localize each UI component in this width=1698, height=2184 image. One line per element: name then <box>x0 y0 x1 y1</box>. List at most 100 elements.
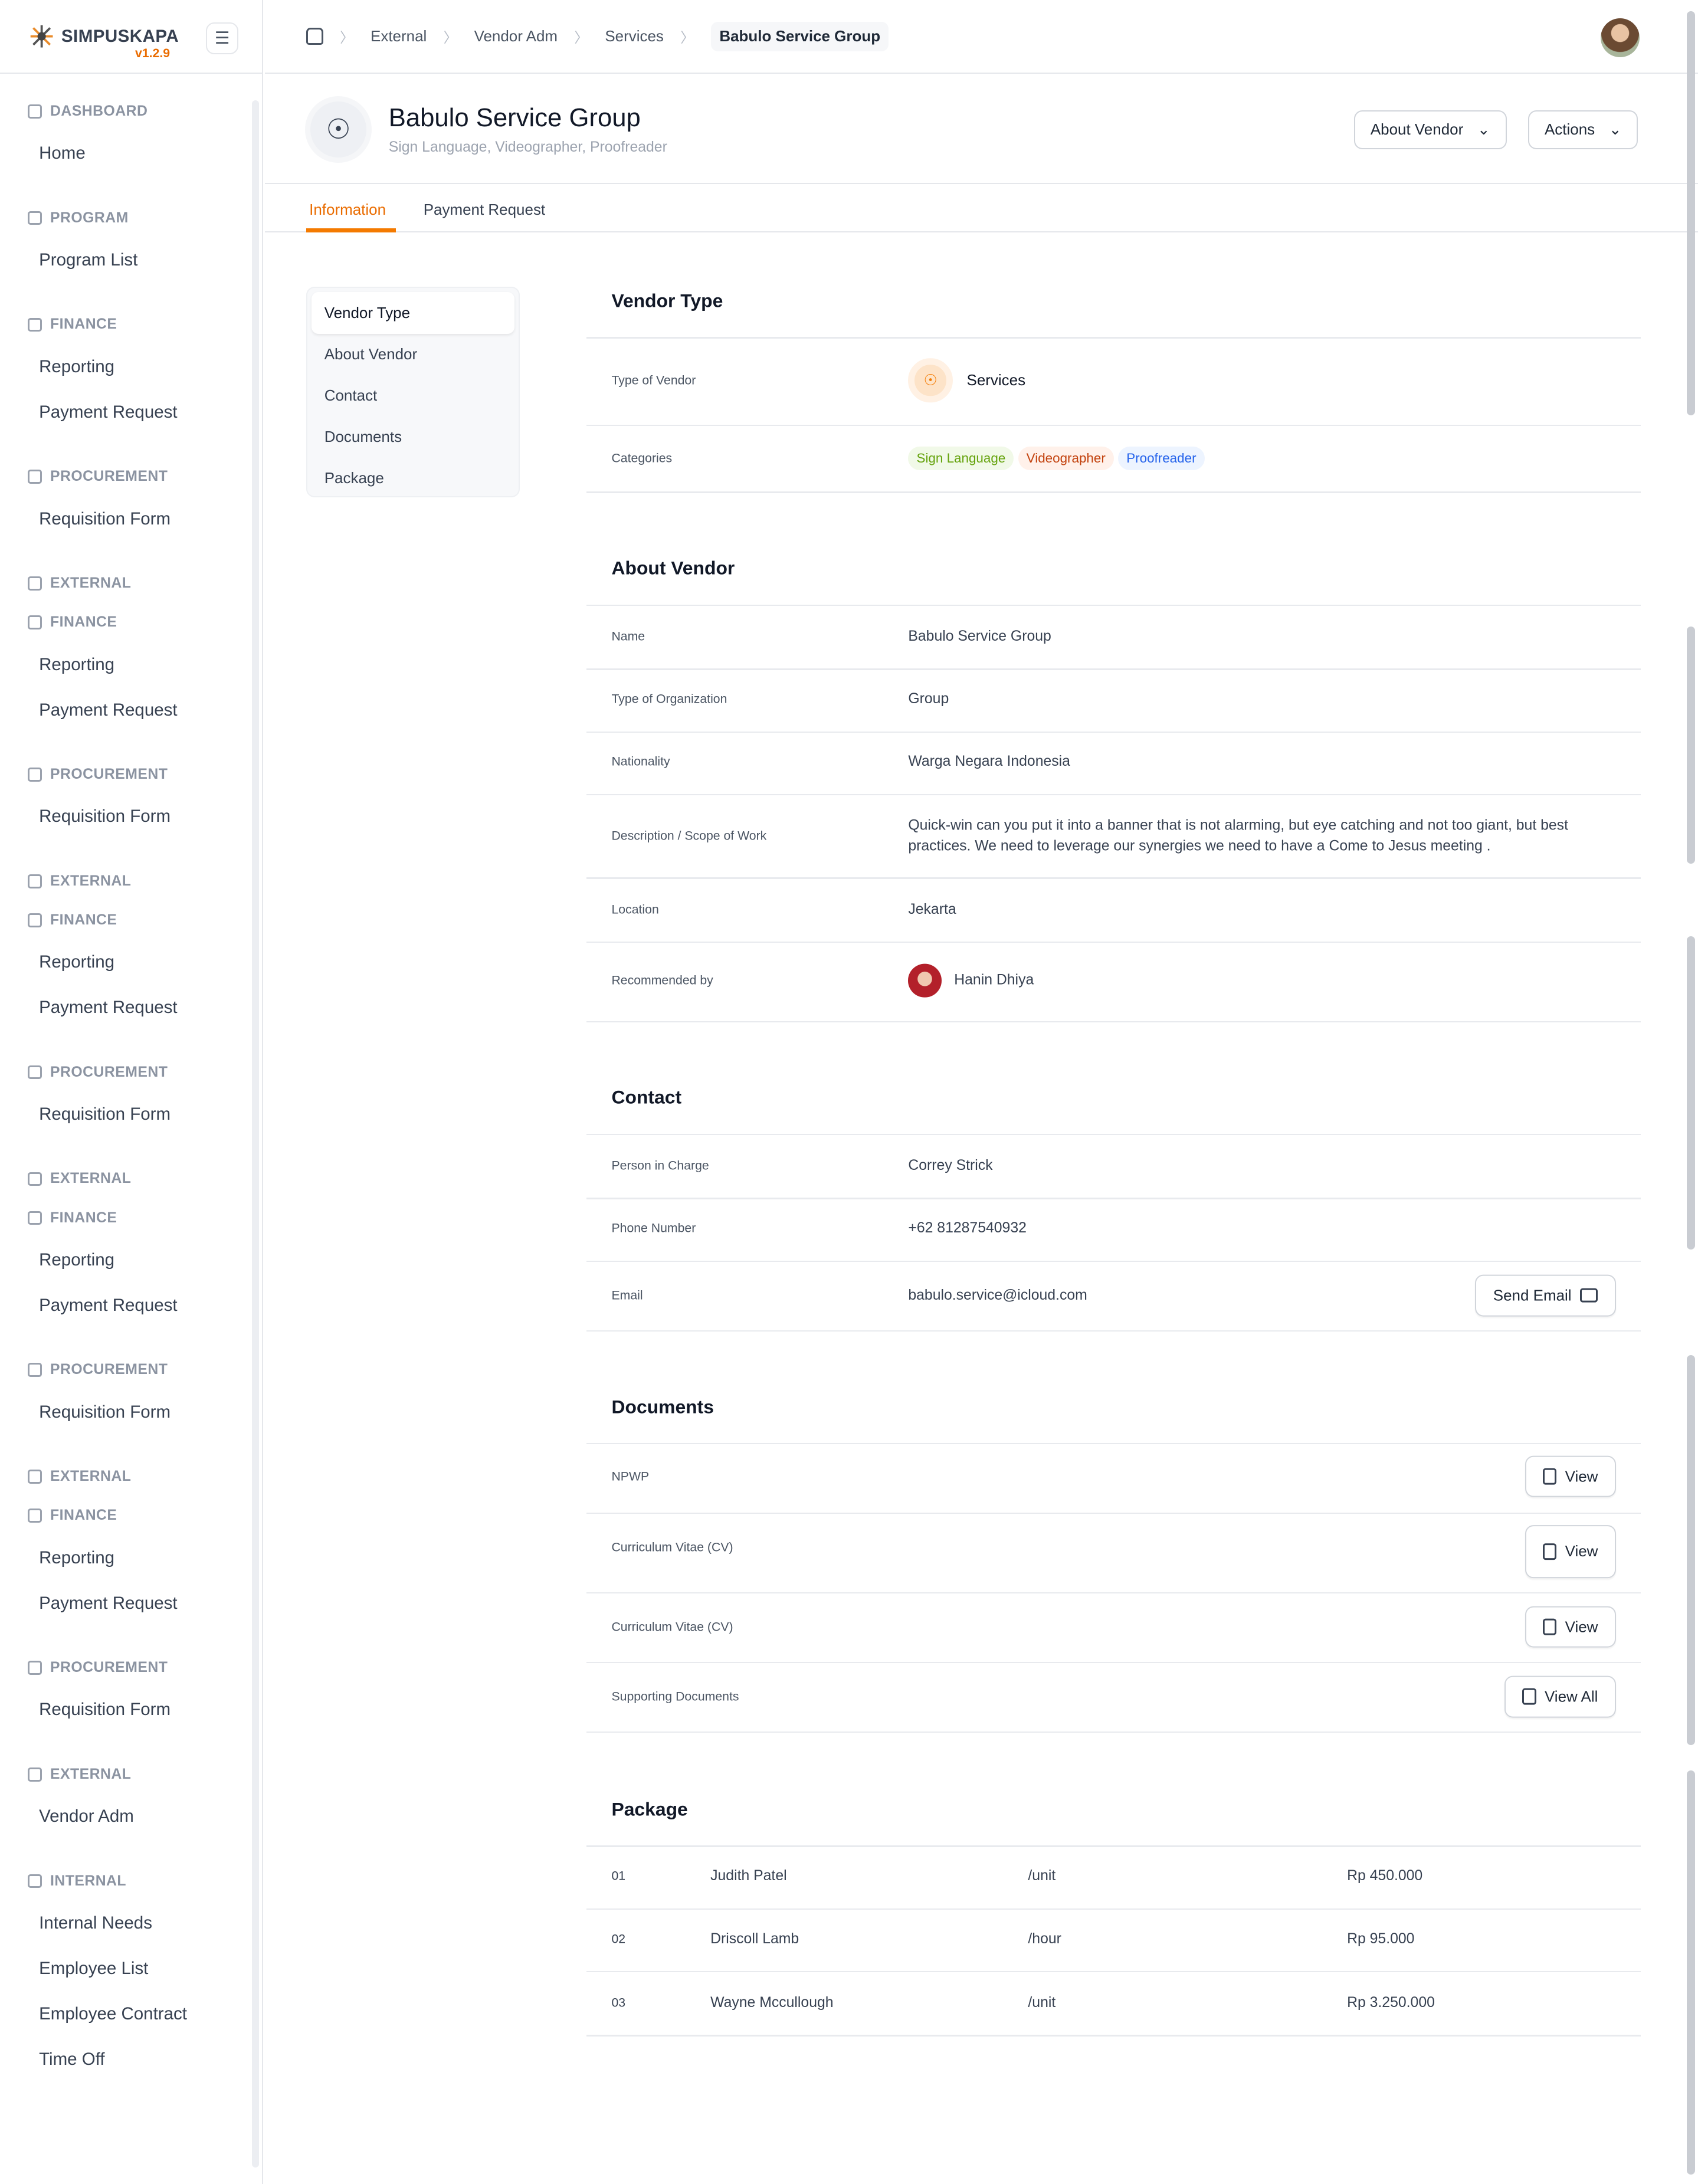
view-document-button[interactable]: View All <box>1504 1675 1616 1718</box>
about-vendor-dropdown[interactable]: About Vendor ⌄ <box>1353 110 1507 149</box>
field-label: Location <box>611 902 659 917</box>
sidebar-heading: EXTERNAL <box>0 862 251 901</box>
sidebar-heading: EXTERNAL <box>0 1457 251 1496</box>
section-icon <box>28 1874 42 1888</box>
send-email-button[interactable]: Send Email <box>1475 1274 1616 1317</box>
divider <box>586 1513 1641 1514</box>
section-title: Contact <box>611 1086 682 1108</box>
sidebar-group: PROCUREMENT Requisition Form <box>0 457 251 542</box>
section-icon <box>28 1172 42 1186</box>
divider <box>586 1442 1641 1445</box>
sidebar-item[interactable]: Payment Request <box>0 1283 251 1329</box>
divider <box>586 604 1641 606</box>
sidebar-item[interactable]: Requisition Form <box>0 1687 251 1733</box>
sidebar-item[interactable]: Requisition Form <box>0 1389 251 1435</box>
sidebar-item[interactable]: Payment Request <box>0 1580 251 1626</box>
chevron-right-icon: 〉 <box>443 30 458 46</box>
sidebar-item[interactable]: Employee List <box>0 1946 251 1992</box>
section-nav-contact[interactable]: Contact <box>312 375 514 417</box>
sidebar-item[interactable]: Reporting <box>0 642 251 687</box>
section-icon <box>28 1363 42 1378</box>
breadcrumb-item[interactable]: Vendor Adm <box>474 27 558 45</box>
field-label: Type of Organization <box>611 691 727 706</box>
sidebar-heading: FINANCE <box>0 1198 251 1237</box>
section-icon <box>28 913 42 927</box>
divider <box>586 1592 1641 1593</box>
breadcrumb-item[interactable]: External <box>371 27 427 45</box>
sidebar-item[interactable]: Time Off <box>0 2037 251 2082</box>
breadcrumb-item[interactable]: Services <box>605 27 664 45</box>
sidebar-item[interactable]: Requisition Form <box>0 794 251 840</box>
logo-icon <box>30 25 53 48</box>
sidebar-heading: PROCUREMENT <box>0 1648 251 1687</box>
page-scrollbar[interactable] <box>1687 0 1696 2184</box>
section-icon <box>28 874 42 888</box>
divider <box>586 942 1641 943</box>
sidebar-item[interactable]: Program List <box>0 238 251 283</box>
field-label: NPWP <box>611 1469 650 1484</box>
sidebar-group: FINANCE Reporting Payment Request <box>0 305 251 435</box>
sidebar-heading: EXTERNAL <box>0 564 251 603</box>
section-nav-documents[interactable]: Documents <box>312 417 514 458</box>
sidebar-heading: DASHBOARD <box>0 92 251 131</box>
field-label: Name <box>611 629 645 644</box>
section-icon <box>28 1211 42 1225</box>
sidebar-heading: PROCUREMENT <box>0 755 251 794</box>
sidebar-group: PROGRAM Program List <box>0 199 251 283</box>
services-icon: ☉ <box>908 358 953 403</box>
sidebar-item[interactable]: Payment Request <box>0 985 251 1031</box>
breadcrumb: 〉 External 〉 Vendor Adm 〉 Services 〉 Bab… <box>264 0 1698 74</box>
page-title: Babulo Service Group <box>388 103 641 132</box>
sidebar-group: INTERNAL Internal Needs Employee List Emplo… <box>0 1862 251 2083</box>
tab-payment-request[interactable]: Payment Request <box>424 201 545 219</box>
sidebar-nav: DASHBOARD Home PROGRAM Program List FINANCE R… <box>0 92 251 2104</box>
document-search-icon <box>1542 1543 1557 1560</box>
sidebar-group: PROCUREMENT Requisition Form <box>0 1350 251 1435</box>
sidebar-group: EXTERNAL <box>0 862 251 901</box>
sidebar-item[interactable]: Employee Contract <box>0 1992 251 2037</box>
sidebar-scrollbar[interactable] <box>252 100 260 2167</box>
view-document-button[interactable]: View <box>1525 1525 1616 1578</box>
section-icon <box>28 104 42 119</box>
view-document-button[interactable]: View <box>1525 1455 1616 1498</box>
sidebar-item[interactable]: Reporting <box>0 345 251 390</box>
section-nav-about-vendor[interactable]: About Vendor <box>312 334 514 375</box>
sidebar-heading: PROCUREMENT <box>0 1350 251 1389</box>
section-title: Vendor Type <box>611 290 723 311</box>
tab-information[interactable]: Information <box>309 201 386 219</box>
sidebar-item[interactable]: Requisition Form <box>0 496 251 542</box>
sidebar-item[interactable]: Home <box>0 131 251 176</box>
sidebar-group: FINANCE Reporting Payment Request <box>0 1198 251 1328</box>
view-document-button[interactable]: View <box>1525 1606 1616 1648</box>
sidebar-item[interactable]: Payment Request <box>0 687 251 733</box>
sidebar-heading: FINANCE <box>0 901 251 940</box>
breadcrumb-current: Babulo Service Group <box>711 21 889 51</box>
field-label: Nationality <box>611 754 670 769</box>
menu-toggle-button[interactable]: ☰ <box>206 22 238 55</box>
sidebar-group: EXTERNAL <box>0 1457 251 1496</box>
section-nav-vendor-type[interactable]: Vendor Type <box>312 292 514 334</box>
sidebar-item[interactable]: Reporting <box>0 1535 251 1580</box>
divider <box>586 1133 1641 1136</box>
divider <box>586 425 1641 427</box>
sidebar-item[interactable]: Reporting <box>0 940 251 985</box>
sidebar-group: EXTERNAL Vendor Adm <box>0 1755 251 1839</box>
category-badge: Videographer <box>1018 446 1114 470</box>
sidebar-item[interactable]: Requisition Form <box>0 1092 251 1137</box>
sidebar-heading: EXTERNAL <box>0 1755 251 1794</box>
section-icon <box>28 1470 42 1484</box>
section-nav-package[interactable]: Package <box>312 458 514 499</box>
actions-dropdown[interactable]: Actions ⌄ <box>1528 110 1638 149</box>
sidebar-item[interactable]: Payment Request <box>0 389 251 435</box>
user-avatar[interactable] <box>1600 18 1640 57</box>
divider <box>586 1021 1641 1022</box>
sidebar-item[interactable]: Vendor Adm <box>0 1794 251 1839</box>
divider <box>586 1330 1641 1332</box>
field-label: Email <box>611 1288 643 1303</box>
category-badge: Sign Language <box>908 446 1014 470</box>
sidebar-item[interactable]: Internal Needs <box>0 1901 251 1946</box>
sidebar-item[interactable]: Reporting <box>0 1238 251 1283</box>
home-icon[interactable] <box>306 28 323 45</box>
divider <box>586 337 1641 339</box>
divider <box>586 1731 1641 1733</box>
